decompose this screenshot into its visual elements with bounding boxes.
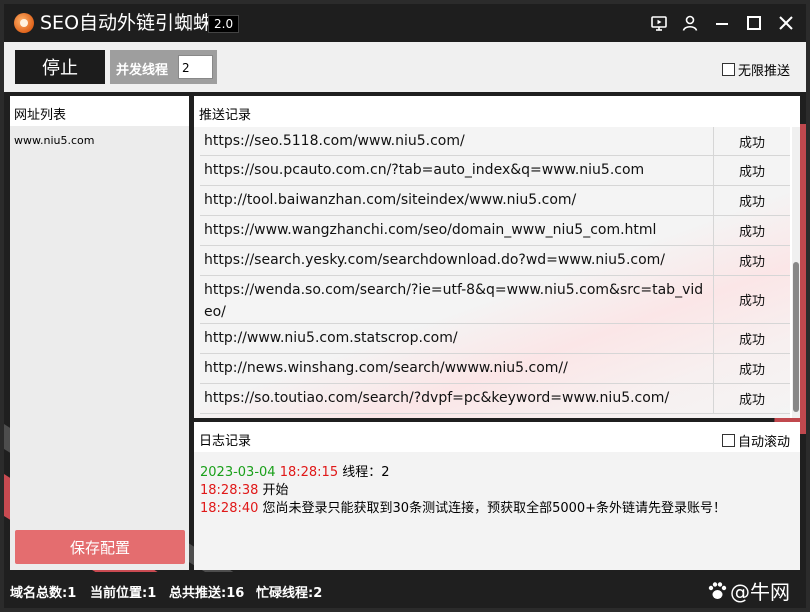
app-logo-icon [14,13,34,33]
user-icon[interactable] [679,12,701,34]
unlimited-push-toggle[interactable]: 无限推送 [722,60,790,79]
app-window: SEO自动外链引蜘蛛 2.0 停止 并发线程 2 无限推送 网址列表 www.n… [4,4,806,608]
record-url: http://tool.baiwanzhan.com/siteindex/www… [200,186,714,215]
watermark: @牛网 [706,576,790,605]
toolbar: 停止 并发线程 2 无限推送 [4,42,806,92]
record-url: https://sou.pcauto.com.cn/?tab=auto_inde… [200,156,714,185]
url-list-item[interactable]: www.niu5.com [14,134,94,147]
push-records-scrollbar[interactable] [792,127,800,418]
record-status: 成功 [738,333,765,348]
total-pushed: 总共推送:16 [169,586,245,601]
record-status: 成功 [738,165,765,180]
log-time: 18:28:38 [200,483,259,498]
autoscroll-label: 自动滚动 [738,435,791,450]
close-icon[interactable] [775,12,797,34]
log-date: 2023-03-04 [200,465,276,480]
concurrency-input[interactable]: 2 [178,55,213,79]
concurrency-control: 并发线程 2 [110,50,217,84]
watermark-text: @牛网 [730,580,790,604]
record-status: 成功 [738,195,765,210]
record-url: http://www.niu5.com.statscrop.com/ [200,324,714,353]
log-text: 开始 [262,483,289,498]
table-row[interactable]: https://wenda.so.com/search/?ie=utf-8&q=… [200,276,790,324]
record-url: https://so.toutiao.com/search/?dvpf=pc&k… [200,384,714,413]
autoscroll-checkbox[interactable] [722,434,735,447]
table-row[interactable]: https://www.wangzhanchi.com/seo/domain_w… [200,216,790,246]
log-line: 18:28:40 您尚未登录只能获取到30条测试连接，预获取全部5000+条外链… [200,497,726,516]
concurrency-label: 并发线程 [116,63,169,78]
log-line: 18:28:38 开始 [200,479,289,498]
app-title: SEO自动外链引蜘蛛 [40,12,213,34]
save-config-button[interactable]: 保存配置 [15,530,185,564]
table-row[interactable]: https://seo.5118.com/www.niu5.com/ 成功 [200,127,790,156]
log-line: 2023-03-04 18:28:15 线程：2 [200,461,390,480]
log-time: 18:28:40 [200,501,259,516]
maximize-icon[interactable] [743,12,765,34]
current-position: 当前位置:1 [90,586,157,601]
record-status: 成功 [738,363,765,378]
record-status: 成功 [738,135,765,151]
record-status: 成功 [738,225,765,240]
log-panel: 日志记录 自动滚动 2023-03-04 18:28:15 线程：2 18:28… [194,422,800,570]
minimize-icon[interactable] [711,12,733,34]
record-status: 成功 [738,255,765,270]
title-bar: SEO自动外链引蜘蛛 2.0 [4,4,806,42]
record-status: 成功 [738,393,765,408]
record-status: 成功 [738,294,765,309]
table-row[interactable]: http://tool.baiwanzhan.com/siteindex/www… [200,186,790,216]
push-records-header: 推送记录 [194,96,800,127]
autoscroll-toggle[interactable]: 自动滚动 [722,431,790,450]
push-records-panel: 推送记录 https://seo.5118.com/www.niu5.com/ … [194,96,800,418]
log-header-title: 日志记录 [199,434,252,449]
log-text: 您尚未登录只能获取到30条测试连接，预获取全部5000+条外链请先登录账号！ [262,501,727,516]
table-row[interactable]: http://news.winshang.com/search/wwww.niu… [200,354,790,384]
scrollbar-thumb[interactable] [793,262,799,412]
url-list-header: 网址列表 [10,96,189,126]
status-bar: 域名总数:1 当前位置:1 总共推送:16 忙碌线程:2 @牛网 [4,572,806,608]
video-tutorial-icon[interactable] [648,12,670,34]
log-text: 线程：2 [342,465,390,480]
record-url: http://news.winshang.com/search/wwww.niu… [200,354,714,383]
record-url: https://search.yesky.com/searchdownload.… [200,246,714,275]
version-badge: 2.0 [208,15,240,33]
table-row[interactable]: https://so.toutiao.com/search/?dvpf=pc&k… [200,384,790,414]
table-row[interactable]: https://search.yesky.com/searchdownload.… [200,246,790,276]
log-time: 18:28:15 [279,465,339,480]
record-url: https://www.wangzhanchi.com/seo/domain_w… [200,216,714,245]
table-row[interactable]: https://sou.pcauto.com.cn/?tab=auto_inde… [200,156,790,186]
log-header: 日志记录 [194,422,800,452]
stop-button[interactable]: 停止 [15,50,105,84]
unlimited-push-checkbox[interactable] [722,63,735,76]
table-row[interactable]: http://www.niu5.com.statscrop.com/ 成功 [200,324,790,354]
record-url: https://seo.5118.com/www.niu5.com/ [200,127,714,155]
push-records-table: https://seo.5118.com/www.niu5.com/ 成功 ht… [194,127,790,418]
url-list-panel: 网址列表 www.niu5.com 保存配置 [10,96,189,570]
record-url: https://wenda.so.com/search/?ie=utf-8&q=… [200,276,714,323]
domains-total: 域名总数:1 [10,586,77,601]
busy-threads: 忙碌线程:2 [256,586,323,601]
unlimited-push-label: 无限推送 [738,64,791,79]
paw-icon [708,581,727,599]
